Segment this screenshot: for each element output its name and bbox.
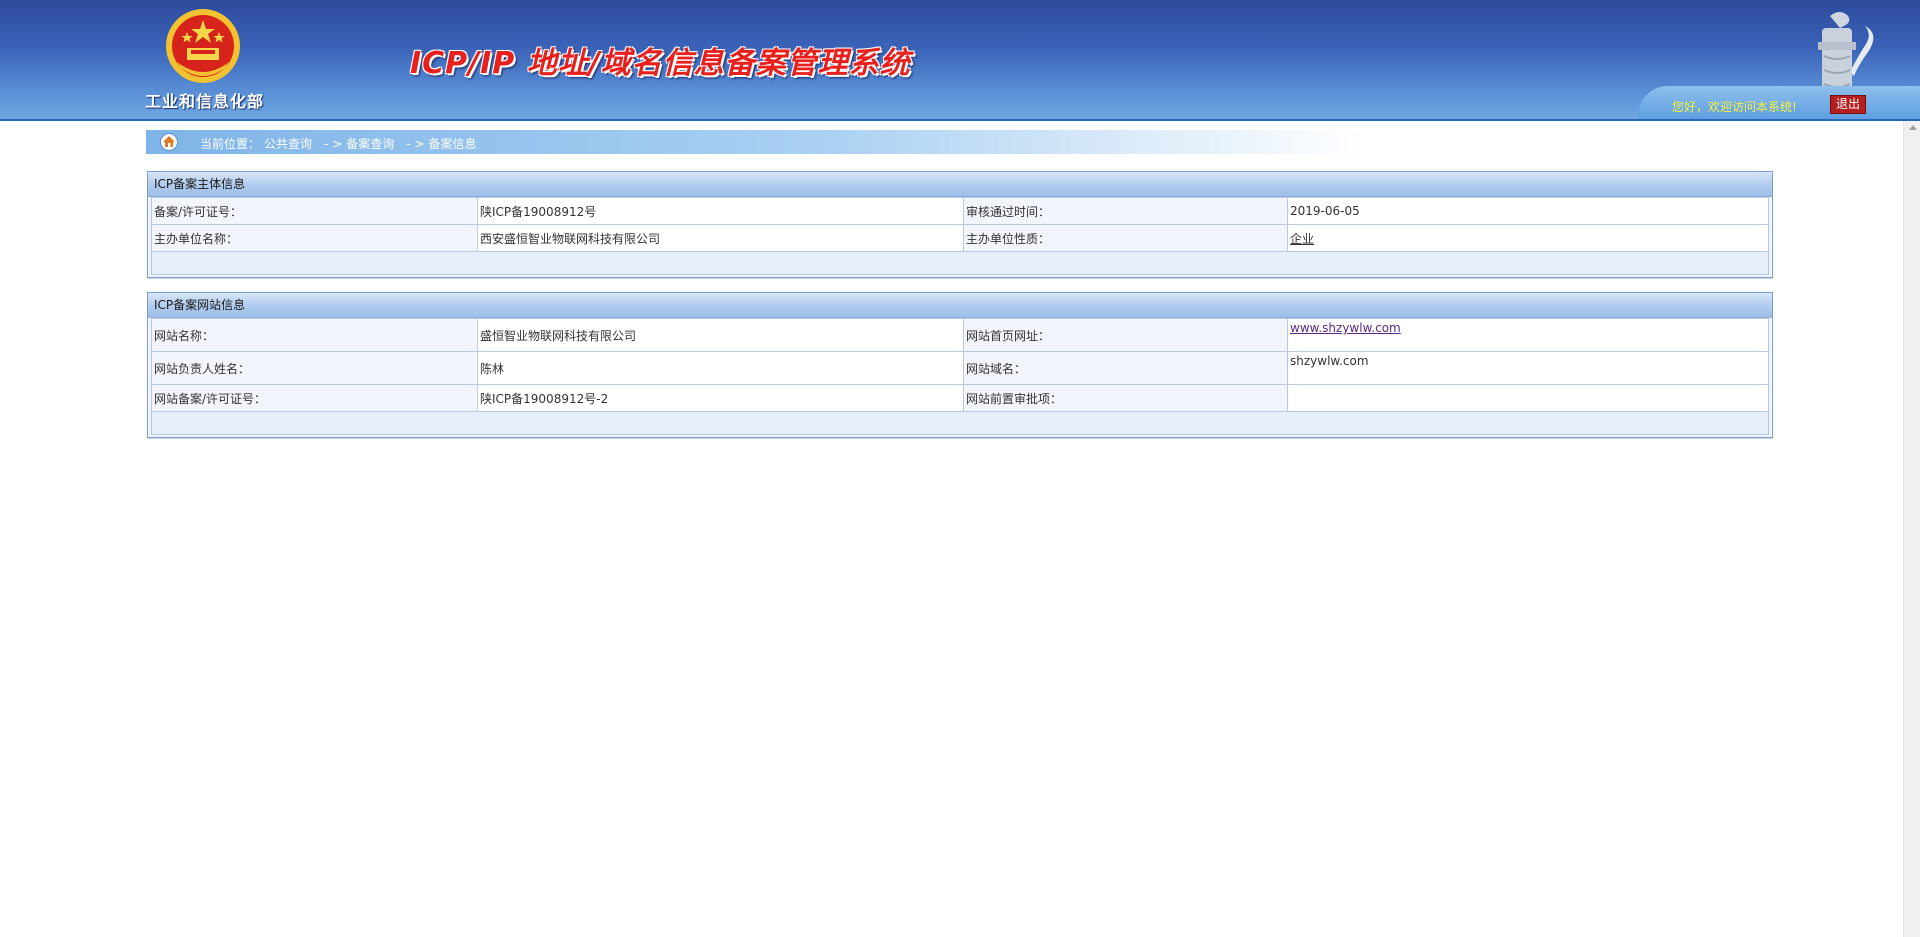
home-icon bbox=[160, 133, 178, 151]
record-number-label: 备案/许可证号： bbox=[151, 197, 478, 225]
website-panel-footer bbox=[151, 412, 1769, 435]
scroll-up-arrow-icon[interactable] bbox=[1909, 125, 1917, 130]
logout-button[interactable]: 退出 bbox=[1830, 95, 1866, 114]
website-panel-title: ICP备案网站信息 bbox=[148, 293, 1772, 318]
website-info-panel: ICP备案网站信息 网站名称： 盛恒智业物联网科技有限公司 网站首页网址： ww… bbox=[147, 292, 1773, 438]
pre-approval-value bbox=[1287, 384, 1769, 412]
welcome-text: 您好，欢迎访问本系统! bbox=[1672, 100, 1797, 114]
table-row: 网站名称： 盛恒智业物联网科技有限公司 网站首页网址： www.shzywlw.… bbox=[151, 318, 1769, 352]
organizer-name-label: 主办单位名称： bbox=[151, 224, 478, 252]
site-record-number-value: 陕ICP备19008912号-2 bbox=[477, 384, 964, 412]
table-row: 备案/许可证号： 陕ICP备19008912号 审核通过时间： 2019-06-… bbox=[151, 197, 1769, 225]
site-name-label: 网站名称： bbox=[151, 318, 478, 352]
organizer-type-value: 企业 bbox=[1290, 231, 1315, 246]
entity-info-table: 备案/许可证号： 陕ICP备19008912号 审核通过时间： 2019-06-… bbox=[151, 197, 1769, 252]
approval-date-label: 审核通过时间： bbox=[963, 197, 1288, 225]
site-owner-value: 陈林 bbox=[477, 351, 964, 385]
entity-panel-footer bbox=[151, 252, 1769, 275]
entity-panel-title: ICP备案主体信息 bbox=[148, 172, 1772, 197]
breadcrumb-item-record-info: 备案信息 bbox=[428, 137, 477, 151]
national-emblem-icon bbox=[166, 9, 240, 83]
breadcrumb-item-record-query[interactable]: 备案查询 bbox=[346, 137, 394, 151]
record-number-value: 陕ICP备19008912号 bbox=[477, 197, 964, 225]
system-title: ICP/IP 地址/域名信息备案管理系统 bbox=[410, 46, 911, 81]
table-row: 网站负责人姓名： 陈林 网站域名： shzywlw.com bbox=[151, 351, 1769, 385]
breadcrumb: 当前位置： 公共查询 - > 备案查询 - > 备案信息 bbox=[146, 130, 1366, 154]
breadcrumb-item-public-query[interactable]: 公共查询 bbox=[264, 137, 312, 151]
entity-info-panel: ICP备案主体信息 备案/许可证号： 陕ICP备19008912号 审核通过时间… bbox=[147, 171, 1773, 278]
breadcrumb-prefix: 当前位置： bbox=[200, 137, 261, 151]
page-header: 工业和信息化部 ICP/IP 地址/域名信息备案管理系统 您好，欢迎访问本系统!… bbox=[0, 0, 1920, 121]
page-scrollbar[interactable] bbox=[1903, 121, 1920, 937]
homepage-url-link[interactable]: www.shzywlw.com bbox=[1290, 321, 1401, 335]
table-row: 网站备案/许可证号： 陕ICP备19008912号-2 网站前置审批项： bbox=[151, 384, 1769, 412]
ministry-name: 工业和信息化部 bbox=[145, 92, 265, 111]
site-domain-label: 网站域名： bbox=[963, 351, 1288, 385]
pre-approval-label: 网站前置审批项： bbox=[963, 384, 1288, 412]
organizer-type-label: 主办单位性质： bbox=[963, 224, 1288, 252]
approval-date-value: 2019-06-05 bbox=[1287, 197, 1769, 225]
site-name-value: 盛恒智业物联网科技有限公司 bbox=[477, 318, 964, 352]
website-info-table: 网站名称： 盛恒智业物联网科技有限公司 网站首页网址： www.shzywlw.… bbox=[151, 318, 1769, 412]
table-row: 主办单位名称： 西安盛恒智业物联网科技有限公司 主办单位性质： 企业 bbox=[151, 224, 1769, 252]
homepage-url-label: 网站首页网址： bbox=[963, 318, 1288, 352]
site-record-number-label: 网站备案/许可证号： bbox=[151, 384, 478, 412]
site-domain-value: shzywlw.com bbox=[1287, 351, 1769, 385]
site-owner-label: 网站负责人姓名： bbox=[151, 351, 478, 385]
breadcrumb-separator: - > bbox=[324, 137, 343, 151]
breadcrumb-separator: - > bbox=[406, 137, 425, 151]
breadcrumb-text: 当前位置： 公共查询 - > 备案查询 - > 备案信息 bbox=[200, 135, 480, 152]
organizer-name-value: 西安盛恒智业物联网科技有限公司 bbox=[477, 224, 964, 252]
